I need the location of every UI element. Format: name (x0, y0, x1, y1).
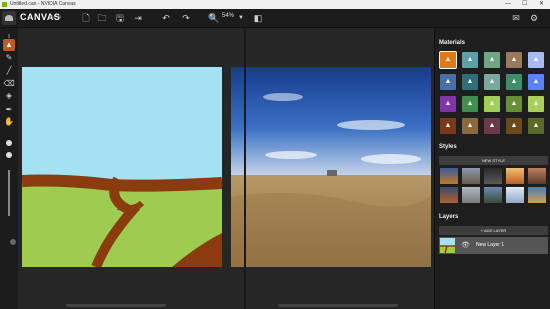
material-swatch[interactable]: ▲ (484, 52, 500, 68)
material-swatch[interactable]: ▲ (440, 118, 456, 134)
material-swatch[interactable]: ▲ (484, 96, 500, 112)
material-icon: ▲ (488, 56, 496, 63)
material-icon: ▲ (510, 78, 518, 85)
new-file-icon[interactable]: 🗋 (80, 12, 92, 24)
horizontal-scrollbar-left[interactable] (66, 304, 166, 307)
material-icon: ▲ (444, 122, 452, 129)
material-icon: ▲ (466, 78, 474, 85)
material-icon: ▲ (532, 122, 540, 129)
layers-title: Layers (439, 214, 459, 220)
layer-row[interactable]: 👁 New Layer 1 (439, 237, 548, 254)
fill-bucket-icon[interactable]: ◈ (3, 90, 15, 102)
tool-sidebar: ⁞⁞ ▲ ✎ ╱ ⌫ ◈ ✒ ✋ (0, 28, 18, 309)
save-icon[interactable]: 🖫 (114, 12, 126, 24)
material-icon: ▲ (466, 100, 474, 107)
styles-title: Styles (439, 144, 457, 150)
eyedropper-icon[interactable]: ✒ (3, 104, 15, 116)
style-thumbnail[interactable] (484, 168, 502, 184)
material-swatch[interactable]: ▲ (528, 96, 544, 112)
material-swatch[interactable]: ▲ (462, 74, 478, 90)
material-swatch[interactable]: ▲ (462, 118, 478, 134)
material-swatch[interactable]: ▲ (462, 96, 478, 112)
material-icon: ▲ (532, 100, 540, 107)
layer-name: New Layer 1 (476, 242, 505, 248)
line-icon[interactable]: ╱ (3, 65, 15, 77)
style-thumbnail[interactable] (506, 187, 524, 203)
style-thumbnail[interactable] (528, 187, 546, 203)
material-swatch[interactable]: ▲ (484, 74, 500, 90)
style-thumbnail[interactable] (462, 187, 480, 203)
canvas-area (10, 28, 434, 309)
segmentation-canvas[interactable] (22, 67, 222, 267)
material-icon: ▲ (532, 78, 540, 85)
material-swatch[interactable]: ▲ (506, 96, 522, 112)
brush-size-slider[interactable] (8, 170, 10, 216)
view-divider (244, 28, 246, 309)
feedback-icon[interactable]: ✉ (510, 12, 522, 24)
material-swatch[interactable]: ▲ (440, 74, 456, 90)
material-icon: ▲ (510, 122, 518, 129)
style-thumbnail[interactable] (506, 168, 524, 184)
material-icon: ▲ (488, 122, 496, 129)
brush-size-knob[interactable] (6, 140, 12, 146)
chevron-down-icon[interactable]: ▼ (235, 12, 247, 24)
minimize-button[interactable]: — (505, 0, 511, 9)
app-icon (2, 2, 7, 7)
material-icon: ▲ (466, 122, 474, 129)
style-thumbnail[interactable] (462, 168, 480, 184)
brush-icon[interactable]: ✎ (3, 52, 15, 64)
material-swatch[interactable]: ▲ (528, 52, 544, 68)
material-icon: ▲ (466, 56, 474, 63)
material-swatch[interactable]: ▲ (506, 74, 522, 90)
maximize-button[interactable]: ☐ (522, 0, 527, 9)
output-image (231, 67, 431, 267)
material-swatch[interactable]: ▲ (528, 118, 544, 134)
zoom-icon[interactable]: 🔍 (208, 12, 220, 24)
material-swatch[interactable]: ▲ (462, 52, 478, 68)
beta-badge: BETA (51, 14, 62, 19)
material-swatch[interactable]: ▲ (528, 74, 544, 90)
material-icon: ▲ (444, 78, 452, 85)
material-tool-icon[interactable]: ▲ (3, 39, 15, 51)
material-icon: ▲ (532, 56, 540, 63)
material-icon: ▲ (488, 78, 496, 85)
style-thumbnail[interactable] (440, 168, 458, 184)
new-style-button[interactable]: NEW STYLE (439, 156, 548, 165)
material-icon: ▲ (510, 100, 518, 107)
brush-size-knob-secondary[interactable] (6, 152, 12, 158)
style-thumbnail[interactable] (440, 187, 458, 203)
material-swatch[interactable]: ▲ (506, 52, 522, 68)
title-bar: Untitled.can - NVIDIA Canvas — ☐ ✕ (0, 0, 550, 9)
material-icon: ▲ (488, 100, 496, 107)
material-icon: ▲ (444, 56, 452, 63)
materials-title: Materials (439, 40, 466, 46)
material-swatch[interactable]: ▲ (484, 118, 500, 134)
material-swatch[interactable]: ▲ (439, 51, 457, 69)
style-thumbnail[interactable] (528, 168, 546, 184)
pan-hand-icon[interactable]: ✋ (3, 116, 15, 128)
eraser-icon[interactable]: ⌫ (3, 78, 15, 90)
toolbar: CANVAS BETA 🗋 🗀 🖫 ⇥ ↶ ↷ 🔍 54% ▼ ◧ ✉ ⚙ (0, 9, 550, 28)
split-view-icon[interactable]: ◧ (252, 12, 264, 24)
nvidia-logo-icon (2, 11, 16, 25)
zoom-level[interactable]: 54% (222, 13, 234, 19)
window-title: Untitled.can - NVIDIA Canvas (10, 1, 76, 7)
eye-visibility-icon[interactable]: 👁 (461, 241, 470, 249)
material-swatch[interactable]: ▲ (506, 118, 522, 134)
close-button[interactable]: ✕ (539, 0, 544, 9)
material-icon: ▲ (444, 100, 452, 107)
layer-thumbnail (440, 238, 455, 253)
style-thumbnail[interactable] (484, 187, 502, 203)
horizontal-scrollbar-right[interactable] (278, 304, 398, 307)
right-panel: Materials Styles NEW STYLE Layers + ADD … (434, 28, 550, 309)
add-layer-button[interactable]: + ADD LAYER (439, 226, 548, 235)
open-folder-icon[interactable]: 🗀 (96, 12, 108, 24)
redo-icon[interactable]: ↷ (180, 12, 192, 24)
material-icon: ▲ (510, 56, 518, 63)
scroll-handle[interactable] (10, 239, 16, 245)
material-swatch[interactable]: ▲ (440, 96, 456, 112)
undo-icon[interactable]: ↶ (160, 12, 172, 24)
export-icon[interactable]: ⇥ (132, 12, 144, 24)
settings-gear-icon[interactable]: ⚙ (528, 12, 540, 24)
